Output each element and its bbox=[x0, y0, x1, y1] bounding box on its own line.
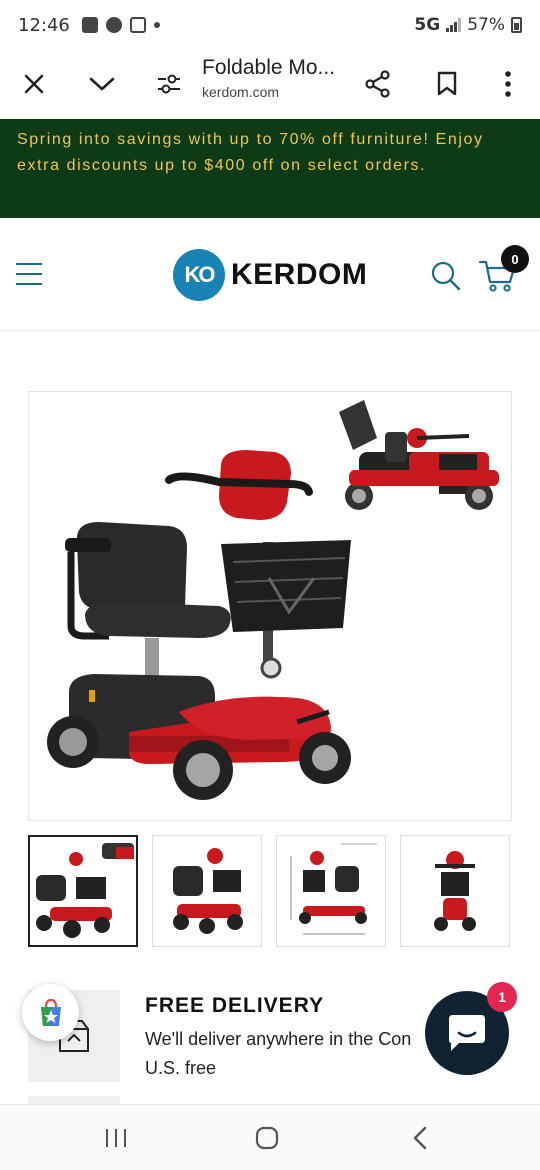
page-domain: kerdom.com bbox=[202, 84, 280, 100]
thumbnail-4[interactable] bbox=[400, 835, 510, 947]
chat-bubble-icon bbox=[449, 1015, 485, 1051]
system-nav-bar bbox=[0, 1104, 540, 1170]
expand-button[interactable] bbox=[80, 62, 124, 106]
wifi-calling-icon bbox=[129, 17, 146, 33]
home-icon bbox=[255, 1126, 279, 1150]
chat-icon bbox=[105, 17, 122, 33]
logo-mark: KO bbox=[173, 249, 225, 301]
logo-text: KERDOM bbox=[231, 258, 368, 291]
delivery-text: We'll deliver anywhere in the Con U.S. f… bbox=[145, 1025, 445, 1083]
back-button[interactable] bbox=[402, 1123, 438, 1153]
page-title-area[interactable]: Foldable Mo... kerdom.com bbox=[202, 56, 352, 100]
bookmark-icon bbox=[437, 71, 457, 96]
delivery-title: FREE DELIVERY bbox=[145, 994, 325, 1017]
gallery-icon bbox=[81, 17, 98, 33]
search-icon bbox=[431, 261, 461, 291]
recents-icon bbox=[106, 1129, 126, 1147]
promo-banner[interactable]: Spring into savings with up to 70% off f… bbox=[0, 119, 540, 218]
close-button[interactable] bbox=[12, 62, 56, 106]
page-title: Foldable Mo... bbox=[202, 56, 336, 79]
share-button[interactable] bbox=[356, 62, 400, 106]
mobility-scooter-image bbox=[47, 400, 499, 800]
bookmark-button[interactable] bbox=[425, 62, 469, 106]
battery-label: 57% bbox=[467, 15, 505, 35]
thumbnail-image bbox=[173, 848, 243, 934]
main-scooter bbox=[47, 450, 351, 800]
signal-icon bbox=[446, 18, 462, 32]
delivery-text-line2: U.S. free bbox=[145, 1058, 217, 1078]
close-icon bbox=[24, 74, 44, 94]
dot-icon bbox=[153, 22, 160, 28]
back-icon bbox=[413, 1126, 427, 1150]
network-label: 5G bbox=[414, 15, 441, 35]
more-button[interactable] bbox=[486, 62, 530, 106]
thumbnail-image bbox=[36, 843, 134, 938]
search-button[interactable] bbox=[430, 260, 462, 292]
thumbnail-strip bbox=[28, 835, 512, 947]
browser-toolbar: Foldable Mo... kerdom.com bbox=[0, 50, 540, 118]
thumbnail-2[interactable] bbox=[152, 835, 262, 947]
page-settings-button[interactable] bbox=[147, 62, 191, 106]
recents-button[interactable] bbox=[98, 1123, 134, 1153]
site-logo[interactable]: KO KERDOM bbox=[173, 249, 367, 301]
status-right: 5G 57% bbox=[414, 15, 522, 35]
home-button[interactable] bbox=[249, 1123, 285, 1153]
notification-icons bbox=[81, 17, 160, 33]
shopping-bag-icon bbox=[40, 998, 61, 1026]
share-icon bbox=[365, 70, 390, 98]
thumbnail-image bbox=[290, 843, 377, 935]
delivery-text-line1: We'll deliver anywhere in the Con bbox=[145, 1029, 412, 1049]
battery-icon bbox=[511, 17, 522, 33]
shop-app-badge[interactable] bbox=[22, 984, 79, 1041]
thumbnail-1[interactable] bbox=[28, 835, 138, 947]
more-vert-icon bbox=[505, 71, 511, 97]
next-feature-box bbox=[28, 1096, 120, 1104]
chevron-down-icon bbox=[89, 77, 115, 91]
cart-count-badge: 0 bbox=[501, 245, 529, 273]
thumbnail-3[interactable] bbox=[276, 835, 386, 947]
page-settings-icon bbox=[158, 74, 180, 94]
status-time: 12:46 bbox=[18, 14, 70, 36]
product-main-image[interactable] bbox=[28, 391, 512, 821]
chat-unread-badge: 1 bbox=[487, 982, 517, 1012]
promo-text: Spring into savings with up to 70% off f… bbox=[17, 131, 484, 174]
site-header: KO KERDOM bbox=[0, 218, 540, 331]
status-bar: 12:46 5G 57% bbox=[0, 0, 540, 50]
thumbnail-image bbox=[434, 851, 476, 931]
menu-button[interactable] bbox=[16, 263, 44, 285]
folded-scooter-inset bbox=[339, 400, 499, 510]
